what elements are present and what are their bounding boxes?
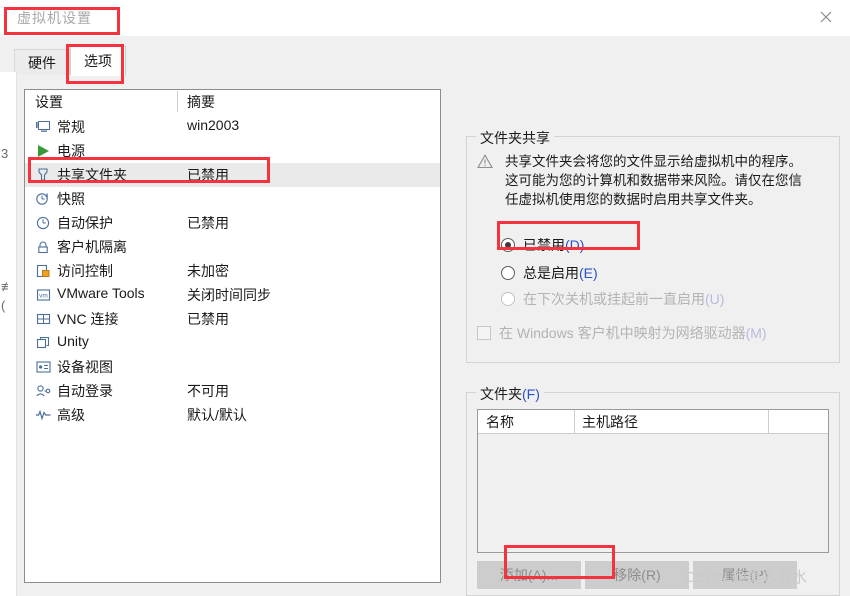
settings-row-autoprotect[interactable]: 自动保护 已禁用 bbox=[25, 211, 440, 235]
snapshot-clock-icon bbox=[35, 191, 52, 207]
settings-row-label: VMware Tools bbox=[57, 285, 145, 301]
tab-strip: 硬件 选项 bbox=[14, 46, 836, 76]
settings-row-guest-isolation[interactable]: 客户机隔离 bbox=[25, 235, 440, 259]
settings-row-summary: 关闭时间同步 bbox=[187, 287, 271, 303]
tab-options[interactable]: 选项 bbox=[70, 46, 126, 76]
checkbox-indicator bbox=[477, 326, 491, 340]
tab-hardware[interactable]: 硬件 bbox=[14, 49, 70, 75]
settings-row-vnc[interactable]: VNC 连接 已禁用 bbox=[25, 307, 440, 331]
settings-row-power[interactable]: 电源 bbox=[25, 139, 440, 163]
radio-option-until-shutdown: 在下次关机或挂起前一直启用(U) bbox=[501, 289, 724, 309]
settings-row-snapshot[interactable]: 快照 bbox=[25, 187, 440, 211]
advanced-icon bbox=[35, 407, 52, 423]
settings-row-label: 设备视图 bbox=[57, 359, 113, 375]
radio-indicator bbox=[501, 266, 515, 280]
settings-row-label: 自动保护 bbox=[57, 215, 113, 231]
tab-hardware-label: 硬件 bbox=[28, 54, 56, 71]
device-view-icon bbox=[35, 359, 52, 375]
folders-table-header: 名称 主机路径 bbox=[478, 410, 828, 434]
edge-glyph: ( bbox=[1, 298, 6, 313]
radio-option-until-shutdown-label: 在下次关机或挂起前一直启用(U) bbox=[523, 291, 725, 307]
unity-icon bbox=[35, 335, 52, 351]
settings-list-header: 设置 摘要 bbox=[25, 90, 440, 115]
dialog-body: 硬件 选项 设置 摘要 常规 win2003 电源 共享文件夹 已禁用 快照 自… bbox=[0, 36, 850, 596]
settings-row-summary: 已禁用 bbox=[187, 311, 229, 327]
vmware-tools-icon: vm bbox=[35, 287, 52, 303]
radio-option-always-enabled[interactable]: 总是启用(E) bbox=[501, 263, 598, 283]
settings-row-label: Unity bbox=[57, 333, 89, 349]
settings-row-label: 快照 bbox=[57, 191, 85, 207]
autoprotect-clock-icon bbox=[35, 215, 52, 231]
vnc-icon bbox=[35, 311, 52, 327]
sharing-warning-text: 共享文件夹会将您的文件显示给虚拟机中的程序。这可能为您的计算机和数据带来风险。请… bbox=[505, 154, 802, 207]
settings-row-label: 客户机隔离 bbox=[57, 239, 127, 255]
settings-row-device-view[interactable]: 设备视图 bbox=[25, 355, 440, 379]
folder-sharing-group: 文件夹共享 共享文件夹会将您的文件显示给虚拟机中的程序。这可能为您的计算机和数据… bbox=[466, 128, 840, 363]
column-header-settings: 设置 bbox=[35, 94, 63, 110]
folders-group-title: 文件夹(F) bbox=[476, 384, 544, 404]
settings-row-summary: 已禁用 bbox=[187, 215, 229, 231]
radio-indicator bbox=[501, 292, 515, 306]
settings-row-general[interactable]: 常规 win2003 bbox=[25, 115, 440, 139]
folders-column-divider bbox=[574, 410, 575, 433]
add-folder-button[interactable]: 添加(A)... bbox=[477, 561, 581, 589]
radio-indicator bbox=[501, 238, 515, 252]
monitor-icon bbox=[35, 119, 52, 135]
settings-row-label: 常规 bbox=[57, 119, 85, 135]
radio-option-disabled-label: 已禁用(D) bbox=[523, 237, 585, 253]
watermark: CSDN @莫名有水 bbox=[685, 569, 807, 586]
radio-option-always-enabled-label: 总是启用(E) bbox=[523, 265, 598, 281]
remove-folder-button-label: 移除(R) bbox=[613, 567, 661, 583]
folders-table[interactable]: 名称 主机路径 bbox=[477, 409, 829, 553]
svg-text:vm: vm bbox=[39, 293, 48, 300]
autologin-icon bbox=[35, 383, 52, 399]
edge-glyph: ≢ bbox=[1, 279, 14, 294]
vm-settings-dialog: 虚拟机设置 硬件 选项 设置 摘要 常规 win2003 电源 共享文件夹 已禁… bbox=[0, 0, 850, 596]
settings-row-shared-folders[interactable]: 共享文件夹 已禁用 bbox=[25, 163, 440, 187]
edge-glyph: 3 bbox=[1, 146, 9, 161]
power-play-icon bbox=[35, 143, 52, 159]
folders-column-divider bbox=[768, 410, 769, 433]
settings-row-summary: 未加密 bbox=[187, 263, 229, 279]
settings-row-label: 自动登录 bbox=[57, 383, 113, 399]
settings-row-summary: 默认/默认 bbox=[187, 407, 247, 423]
column-header-summary: 摘要 bbox=[187, 94, 215, 110]
page-title: 虚拟机设置 bbox=[17, 10, 92, 26]
settings-row-unity[interactable]: Unity bbox=[25, 331, 440, 355]
column-divider bbox=[177, 91, 178, 112]
lock-icon bbox=[35, 239, 52, 255]
settings-row-summary: 已禁用 bbox=[187, 167, 229, 183]
checkbox-map-network-drive: 在 Windows 客户机中映射为网络驱动器(M) bbox=[477, 323, 767, 343]
checkbox-map-network-drive-label: 在 Windows 客户机中映射为网络驱动器(M) bbox=[499, 325, 767, 341]
settings-row-label: 高级 bbox=[57, 407, 85, 423]
settings-row-summary: win2003 bbox=[187, 117, 240, 133]
close-icon[interactable] bbox=[804, 2, 848, 32]
folder-sharing-group-title: 文件夹共享 bbox=[476, 128, 554, 148]
settings-row-vmware-tools[interactable]: vm VMware Tools 关闭时间同步 bbox=[25, 283, 440, 307]
settings-row-autologin[interactable]: 自动登录 不可用 bbox=[25, 379, 440, 403]
folders-column-name: 名称 bbox=[486, 414, 514, 430]
shared-folder-icon bbox=[35, 167, 52, 183]
settings-row-label: 访问控制 bbox=[57, 263, 113, 279]
settings-row-summary: 不可用 bbox=[187, 383, 229, 399]
access-control-icon bbox=[35, 263, 52, 279]
tab-options-label: 选项 bbox=[84, 53, 112, 69]
settings-row-advanced[interactable]: 高级 默认/默认 bbox=[25, 403, 440, 427]
settings-row-access-control[interactable]: 访问控制 未加密 bbox=[25, 259, 440, 283]
add-folder-button-label: 添加(A)... bbox=[499, 567, 559, 583]
radio-option-disabled[interactable]: 已禁用(D) bbox=[501, 235, 584, 255]
warning-triangle-icon bbox=[477, 154, 493, 169]
title-bar: 虚拟机设置 bbox=[0, 0, 850, 37]
settings-row-label: 电源 bbox=[57, 143, 85, 159]
settings-row-label: VNC 连接 bbox=[57, 311, 119, 327]
folders-column-host-path: 主机路径 bbox=[582, 414, 638, 430]
settings-list-panel[interactable]: 设置 摘要 常规 win2003 电源 共享文件夹 已禁用 快照 自动保护 已禁… bbox=[24, 89, 441, 583]
settings-row-label: 共享文件夹 bbox=[57, 167, 127, 183]
remove-folder-button[interactable]: 移除(R) bbox=[585, 561, 689, 589]
